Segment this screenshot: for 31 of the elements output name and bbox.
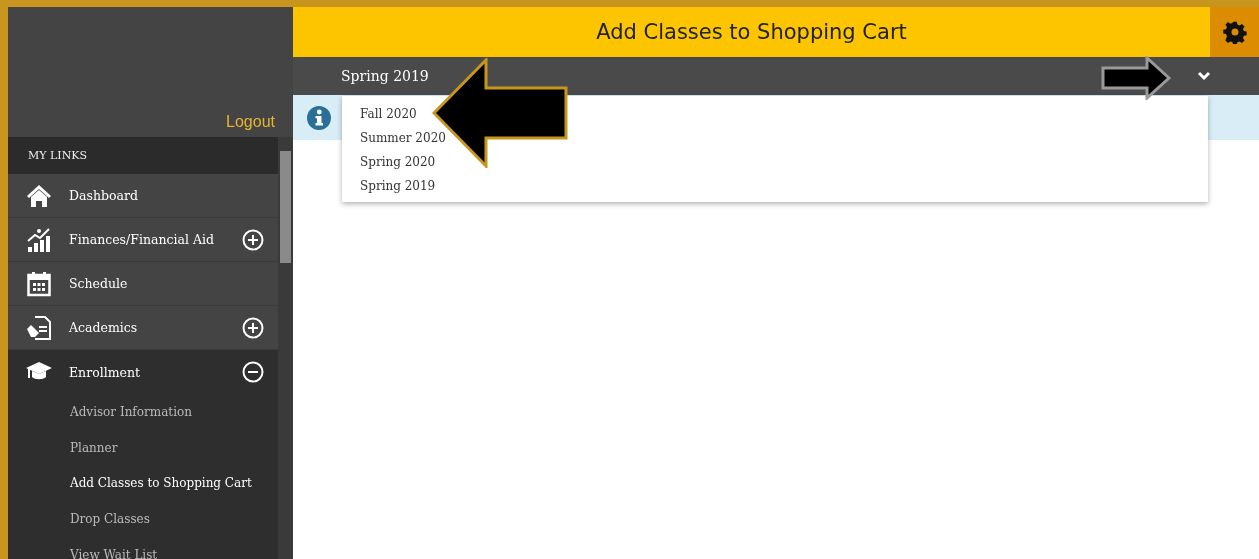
menu-item-label: Finances/Financial Aid xyxy=(69,232,215,247)
collapse-icon[interactable] xyxy=(242,361,264,383)
chevron-down-icon[interactable] xyxy=(1197,71,1211,81)
submenu-item[interactable]: View Wait List xyxy=(8,536,278,559)
section-heading: MY LINKS xyxy=(8,137,278,174)
dropdown-option[interactable]: Spring 2019 xyxy=(360,179,436,193)
info-icon xyxy=(307,105,331,130)
term-label: Spring 2019 xyxy=(341,68,429,84)
dropdown-option[interactable]: Fall 2020 xyxy=(360,107,417,121)
scrollbar[interactable] xyxy=(278,137,293,559)
dropdown-option[interactable]: Summer 2020 xyxy=(360,131,446,145)
menu-item-label: Schedule xyxy=(69,276,129,291)
house-icon xyxy=(25,183,52,208)
dropdown-option[interactable]: Spring 2020 xyxy=(360,155,436,169)
calendar-icon xyxy=(26,270,51,297)
submenu-item[interactable]: Advisor Information xyxy=(8,394,278,430)
expand-icon[interactable] xyxy=(242,228,264,251)
menu-item-label: Enrollment xyxy=(69,364,141,380)
expand-icon[interactable] xyxy=(242,316,264,339)
settings-button[interactable] xyxy=(1210,7,1259,57)
submenu-item[interactable]: Planner xyxy=(8,429,278,466)
chart-icon xyxy=(25,226,52,253)
menu-item-label: Dashboard xyxy=(69,188,139,203)
page-title: Add Classes to Shopping Cart xyxy=(595,19,908,46)
document-pencil-icon xyxy=(24,314,53,341)
settings-icon xyxy=(1222,20,1247,44)
menu-item-label: Academics xyxy=(69,320,139,335)
callout-arrow xyxy=(1101,56,1171,100)
submenu-item[interactable]: Drop Classes xyxy=(8,501,278,537)
logout-link[interactable]: Logout xyxy=(226,113,275,131)
submenu-item[interactable]: Add Classes to Shopping Cart xyxy=(8,465,278,502)
